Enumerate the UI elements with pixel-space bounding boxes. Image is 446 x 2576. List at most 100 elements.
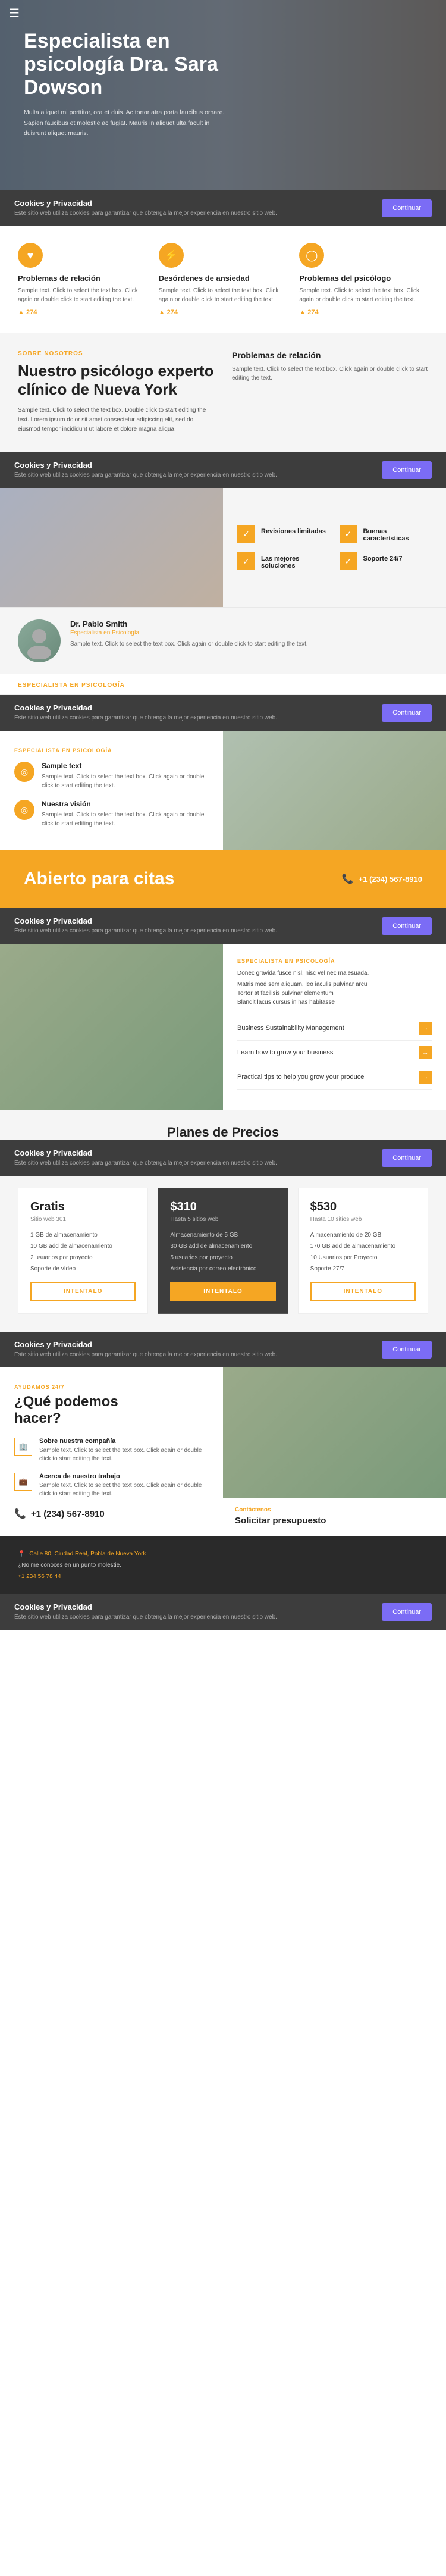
blog-entry-text-1: Business Sustainability Management xyxy=(237,1025,344,1032)
col-desc-2: Sample text. Click to select the text bo… xyxy=(159,286,288,304)
cookie-btn-6[interactable]: Continuar xyxy=(382,1341,432,1359)
contact-company-icon: 🏢 xyxy=(14,1438,32,1456)
vision-desc-2: Sample text. Click to select the text bo… xyxy=(42,810,209,828)
pricing-label-bar: Planes de Precios xyxy=(0,1110,446,1140)
blog-entry-text-2: Learn how to grow your business xyxy=(237,1049,333,1056)
doctor-name: Dr. Pablo Smith xyxy=(70,619,308,628)
cookie-banner-1: Cookies y Privacidad Este sitio web util… xyxy=(0,190,446,226)
vision-label: ESPECIALISTA EN PSICOLOGÍA xyxy=(14,747,209,753)
footer-address-text: Calle 80, Ciudad Real, Pobla de Nueva Yo… xyxy=(29,1551,146,1557)
vision-item-2: ◎ Nuestra visión Sample text. Click to s… xyxy=(14,800,209,828)
cookie-btn-5[interactable]: Continuar xyxy=(382,1149,432,1167)
vision-section: ESPECIALISTA EN PSICOLOGÍA ◎ Sample text… xyxy=(0,731,446,850)
contact-right-image xyxy=(223,1367,446,1498)
about-right-desc: Sample text. Click to select the text bo… xyxy=(232,365,428,383)
cookie-btn-3[interactable]: Continuar xyxy=(382,704,432,722)
pricing-feature-2-2: 30 GB add de almacenamiento xyxy=(170,1242,275,1251)
pricing-feature-3-4: Soporte 27/7 xyxy=(310,1265,416,1273)
pricing-period-1: Sitio web 301 xyxy=(30,1216,136,1223)
about-section: SOBRE NOSOTROS Nuestro psicólogo experto… xyxy=(0,333,446,452)
footer-address: 📍 Calle 80, Ciudad Real, Pobla de Nueva … xyxy=(18,1548,428,1582)
doctor-desc: Sample text. Click to select the text bo… xyxy=(70,640,308,649)
pricing-section-label: Planes de Precios xyxy=(18,1125,428,1140)
col-stat-3: ▲ 274 xyxy=(299,309,428,316)
feature-check-2: ✓ xyxy=(340,525,357,543)
cookie-banner-5: Cookies y Privacidad Este sitio web util… xyxy=(0,1140,446,1176)
blog-intro: Donec gravida fusce nisl, nisc vel nec m… xyxy=(237,969,432,978)
pricing-feature-2-3: 5 usuarios por proyecto xyxy=(170,1254,275,1262)
doctor-role: Especialista en Psicología xyxy=(70,630,308,636)
cookie-btn-1[interactable]: Continuar xyxy=(382,199,432,217)
col-icon-2: ⚡ xyxy=(159,243,184,268)
blog-detail-1: Matris mod sem aliquam, leo iaculis pulv… xyxy=(237,980,432,989)
specialist-label-bar: Especialista en Psicología xyxy=(0,674,446,695)
blog-entry-icon-1: → xyxy=(419,1022,432,1035)
pricing-feature-2-1: Almacenamiento de 5 GB xyxy=(170,1231,275,1240)
pricing-feature-3-1: Almacenamiento de 20 GB xyxy=(310,1231,416,1240)
contact-right-title: Solicitar presupuesto xyxy=(235,1516,434,1526)
blog-image xyxy=(0,944,223,1110)
blog-section: ESPECIALISTA EN PSICOLOGÍA Donec gravida… xyxy=(0,944,446,1110)
appointments-phone-number: +1 (234) 567-8910 xyxy=(359,875,422,884)
col-card-3: ◯ Problemas del psicólogo Sample text. C… xyxy=(299,243,428,316)
hamburger-icon[interactable]: ☰ xyxy=(9,7,20,20)
col-card-2: ⚡ Desórdenes de ansiedad Sample text. Cl… xyxy=(159,243,288,316)
pricing-btn-3[interactable]: INTENTALO xyxy=(310,1282,416,1301)
about-label: SOBRE NOSOTROS xyxy=(18,350,214,357)
contact-company-title: Sobre nuestra compañía xyxy=(39,1438,209,1445)
blog-label: ESPECIALISTA EN PSICOLOGÍA xyxy=(237,958,432,964)
cookie-title-final: Cookies y Privacidad xyxy=(14,1602,277,1611)
pricing-feature-1-2: 10 GB add de almacenamiento xyxy=(30,1242,136,1251)
contact-right-info: Contáctenos Solicitar presupuesto xyxy=(223,1498,446,1534)
blog-entry-3[interactable]: Practical tips to help you grow your pro… xyxy=(237,1065,432,1090)
col-icon-1: ♥ xyxy=(18,243,43,268)
pricing-section: Gratis Sitio web 301 1 GB de almacenamie… xyxy=(0,1176,446,1332)
col-stat-2: ▲ 274 xyxy=(159,309,288,316)
pricing-feature-2-4: Asistencia por correo electrónico xyxy=(170,1265,275,1273)
cookie-banner-3: Cookies y Privacidad Este sitio web util… xyxy=(0,695,446,731)
cookie-title-6: Cookies y Privacidad xyxy=(14,1340,277,1349)
feature-title-3: Las mejores soluciones xyxy=(261,552,330,569)
appointments-phone[interactable]: 📞 +1 (234) 567-8910 xyxy=(342,873,422,885)
doctor-info: Dr. Pablo Smith Especialista en Psicolog… xyxy=(70,619,308,649)
features-grid: ✓ Revisiones limitadas ✓ Buenas caracter… xyxy=(223,488,446,607)
pricing-period-3: Hasta 10 sitios web xyxy=(310,1216,416,1223)
appointments-title: Abierto para citas xyxy=(24,869,174,889)
contact-phone-icon: 📞 xyxy=(14,1508,26,1520)
vision-title-2: Nuestra visión xyxy=(42,800,209,808)
pricing-period-2: Hasta 5 sitios web xyxy=(170,1216,275,1223)
feature-3: ✓ Las mejores soluciones xyxy=(237,552,330,570)
blog-entry-1[interactable]: Business Sustainability Management → xyxy=(237,1016,432,1041)
pricing-feature-1-4: Soporte de vídeo xyxy=(30,1265,136,1273)
pricing-btn-1[interactable]: INTENTALO xyxy=(30,1282,136,1301)
cookie-btn-final[interactable]: Continuar xyxy=(382,1603,432,1621)
feature-4: ✓ Soporte 24/7 xyxy=(340,552,432,570)
cookie-title-2: Cookies y Privacidad xyxy=(14,461,277,469)
cookie-desc-5: Este sitio web utiliza cookies para gara… xyxy=(14,1159,277,1168)
about-desc: Sample text. Click to select the text bo… xyxy=(18,406,214,434)
pricing-feature-3-2: 170 GB add de almacenamiento xyxy=(310,1242,416,1251)
col-stat-1: ▲ 274 xyxy=(18,309,147,316)
contact-right: Contáctenos Solicitar presupuesto xyxy=(223,1367,446,1536)
blog-entry-2[interactable]: Learn how to grow your business → xyxy=(237,1041,432,1065)
pricing-btn-2[interactable]: INTENTALO xyxy=(170,1282,275,1301)
footer-phone[interactable]: +1 234 56 78 44 xyxy=(18,1571,428,1582)
cookie-banner-final: Cookies y Privacidad Este sitio web util… xyxy=(0,1594,446,1630)
feature-title-2: Buenas características xyxy=(363,525,432,542)
cookie-btn-2[interactable]: Continuar xyxy=(382,461,432,479)
contact-work-text: Acerca de nuestro trabajo Sample text. C… xyxy=(39,1473,209,1498)
cookie-btn-4[interactable]: Continuar xyxy=(382,917,432,935)
vision-image xyxy=(223,731,446,850)
about-title: Nuestro psicólogo experto clínico de Nue… xyxy=(18,362,214,399)
contact-phone-row[interactable]: 📞 +1 (234) 567-8910 xyxy=(14,1508,209,1520)
cookie-desc-4: Este sitio web utiliza cookies para gara… xyxy=(14,927,277,935)
col-title-2: Desórdenes de ansiedad xyxy=(159,274,288,283)
cookie-text-1: Cookies y Privacidad Este sitio web util… xyxy=(14,199,277,218)
contact-work-item: 💼 Acerca de nuestro trabajo Sample text.… xyxy=(14,1473,209,1498)
appointments-section: Abierto para citas 📞 +1 (234) 567-8910 xyxy=(0,850,446,908)
doctor-section: Dr. Pablo Smith Especialista en Psicolog… xyxy=(0,607,446,674)
pricing-card-1: Gratis Sitio web 301 1 GB de almacenamie… xyxy=(18,1188,148,1314)
cookie-text-4: Cookies y Privacidad Este sitio web util… xyxy=(14,916,277,935)
hero-description: Multa aliquet mi porttitor, ora et duis.… xyxy=(24,108,226,139)
col-title-1: Problemas de relación xyxy=(18,274,147,283)
